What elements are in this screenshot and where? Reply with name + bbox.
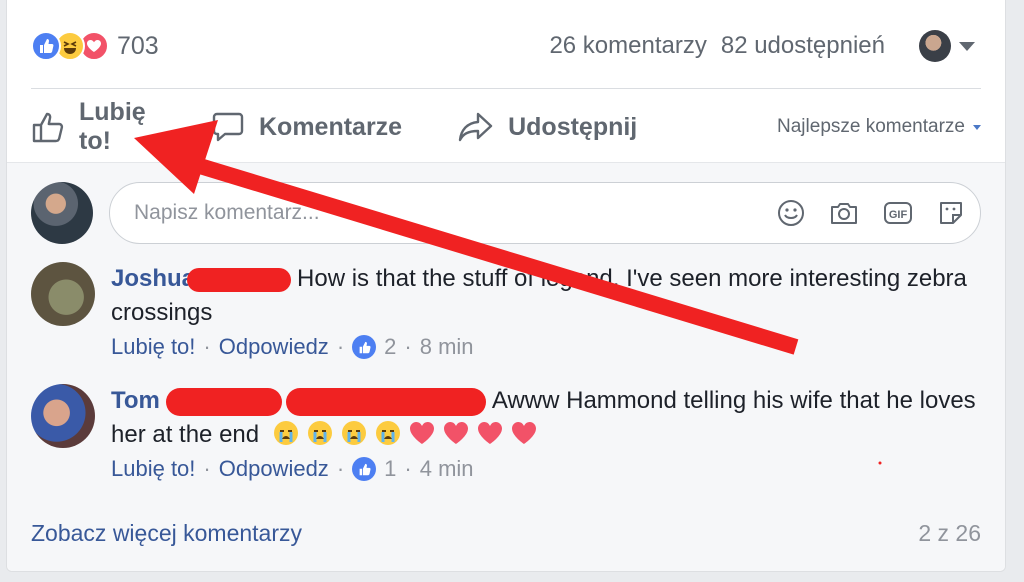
heart-emoji-icon — [409, 422, 434, 444]
share-count[interactable]: 82 udostępnień — [721, 32, 885, 60]
heart-emoji-icon — [443, 422, 468, 444]
share-arrow-icon — [458, 112, 493, 142]
comment-button[interactable]: Komentarze — [211, 110, 402, 144]
like-icon — [31, 31, 61, 61]
comment-count[interactable]: 26 komentarzy — [549, 32, 706, 60]
chevron-down-icon[interactable] — [959, 41, 975, 51]
share-label: Udostępnij — [508, 112, 638, 141]
redaction-mark — [187, 267, 292, 292]
comment-label: Komentarze — [259, 112, 403, 141]
heart-emoji-icon — [477, 422, 502, 444]
divider — [31, 88, 981, 89]
commenter-avatar[interactable] — [31, 262, 95, 326]
divider — [7, 162, 1005, 163]
share-button[interactable]: Udostępnij — [458, 110, 637, 144]
comment-composer: Napisz komentarz... GIF — [31, 180, 981, 246]
current-user-avatar[interactable] — [31, 182, 93, 244]
comment-timestamp[interactable]: 8 min — [420, 334, 474, 360]
like-icon — [352, 457, 377, 481]
comment-like-count[interactable]: 1 — [384, 456, 396, 482]
reaction-count: 703 — [117, 31, 159, 60]
comment-sort-dropdown[interactable]: Najlepsze komentarze — [777, 116, 981, 138]
comment-reply-link[interactable]: Odpowiedz — [219, 456, 329, 482]
comment-like-link[interactable]: Lubię to! — [111, 456, 195, 482]
crying-emoji-icon — [341, 421, 366, 445]
comment-reply-link[interactable]: Odpowiedz — [219, 334, 329, 360]
crying-emoji-icon — [375, 421, 400, 445]
comment-like-count[interactable]: 2 — [384, 334, 396, 360]
comment-item: Joshua How is that the stuff of legend, I… — [31, 262, 981, 360]
redaction-mark — [285, 387, 486, 416]
post-stats: 703 26 komentarzy 82 udostępnień — [31, 26, 975, 66]
like-label: Lubię to! — [79, 98, 146, 155]
comment-text-block: Joshua How is that the stuff of legend, I… — [111, 262, 981, 330]
gif-icon[interactable]: GIF — [882, 198, 914, 228]
sticker-icon[interactable] — [936, 198, 966, 228]
comment-meta: Lubię to! · Odpowiedz · 1 · 4 min — [111, 456, 474, 482]
reactions-summary[interactable]: 703 — [31, 31, 159, 61]
like-button[interactable]: Lubię to! — [31, 98, 169, 156]
comment-pagination: 2 z 26 — [918, 520, 981, 546]
comment-text-block: Tom Awww Hammond telling his wife that he… — [111, 384, 981, 452]
view-more-comments-link[interactable]: Zobacz więcej komentarzy — [31, 520, 302, 547]
thumbs-up-icon — [32, 112, 64, 143]
comment-placeholder: Napisz komentarz... — [134, 201, 320, 224]
commenter-name[interactable]: Joshua — [111, 265, 195, 292]
svg-text:GIF: GIF — [889, 209, 908, 221]
commenter-avatar[interactable] — [31, 384, 95, 448]
speech-bubble-icon — [212, 112, 244, 142]
crying-emoji-icon — [307, 421, 332, 445]
comment-like-link[interactable]: Lubię to! — [111, 334, 195, 360]
sort-label: Najlepsze komentarze — [777, 116, 965, 137]
comment-timestamp[interactable]: 4 min — [420, 456, 474, 482]
heart-emoji-icon — [511, 422, 536, 444]
redaction-mark — [165, 387, 282, 416]
commenter-name[interactable]: Tom — [111, 387, 160, 414]
camera-icon[interactable] — [828, 198, 860, 228]
comment-item: Tom Awww Hammond telling his wife that he… — [31, 384, 981, 482]
crying-emoji-icon — [273, 421, 298, 445]
like-icon — [352, 335, 377, 359]
comment-input[interactable]: Napisz komentarz... GIF — [109, 182, 981, 244]
comment-meta: Lubię to! · Odpowiedz · 2 · 8 min — [111, 334, 474, 360]
caret-down-icon — [973, 124, 981, 130]
comments-footer: Zobacz więcej komentarzy 2 z 26 — [31, 520, 981, 547]
post-as-avatar[interactable] — [919, 30, 951, 62]
comments-section: Napisz komentarz... GIF Joshua How is th… — [7, 162, 1005, 571]
smiley-icon[interactable] — [776, 198, 806, 228]
post-card: 703 26 komentarzy 82 udostępnień Lubię t… — [6, 0, 1006, 572]
post-action-bar: Lubię to! Komentarze Udostępnij Najlepsz… — [31, 92, 981, 162]
emoji-row — [272, 421, 544, 448]
